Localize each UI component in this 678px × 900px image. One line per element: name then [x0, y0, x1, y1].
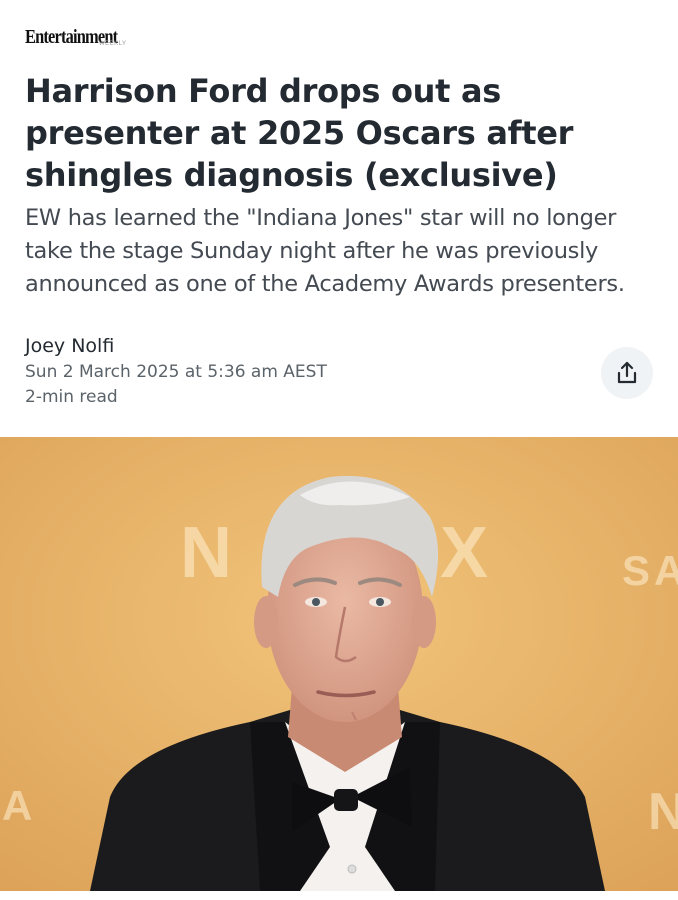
article-photo[interactable]: N X SA A N	[0, 437, 678, 891]
backdrop-text-a: A	[2, 782, 37, 829]
share-icon	[617, 361, 637, 384]
publication-logo-sub: WEEKLY	[99, 41, 127, 47]
portrait-illustration	[0, 437, 678, 891]
author-name[interactable]: Joey Nolfi	[25, 335, 114, 357]
backdrop-text-sa: SA	[622, 547, 678, 594]
backdrop-text-x: X	[440, 513, 493, 593]
backdrop-text-n: N	[180, 513, 236, 593]
backdrop-text-n-bottom: N	[648, 783, 678, 841]
share-button[interactable]	[601, 347, 653, 399]
article-summary: EW has learned the "Indiana Jones" star …	[25, 205, 625, 297]
article-headline: Harrison Ford drops out as presenter at …	[25, 72, 574, 194]
publish-date: Sun 2 March 2025 at 5:36 am AEST	[25, 362, 327, 382]
read-time: 2-min read	[25, 387, 118, 407]
